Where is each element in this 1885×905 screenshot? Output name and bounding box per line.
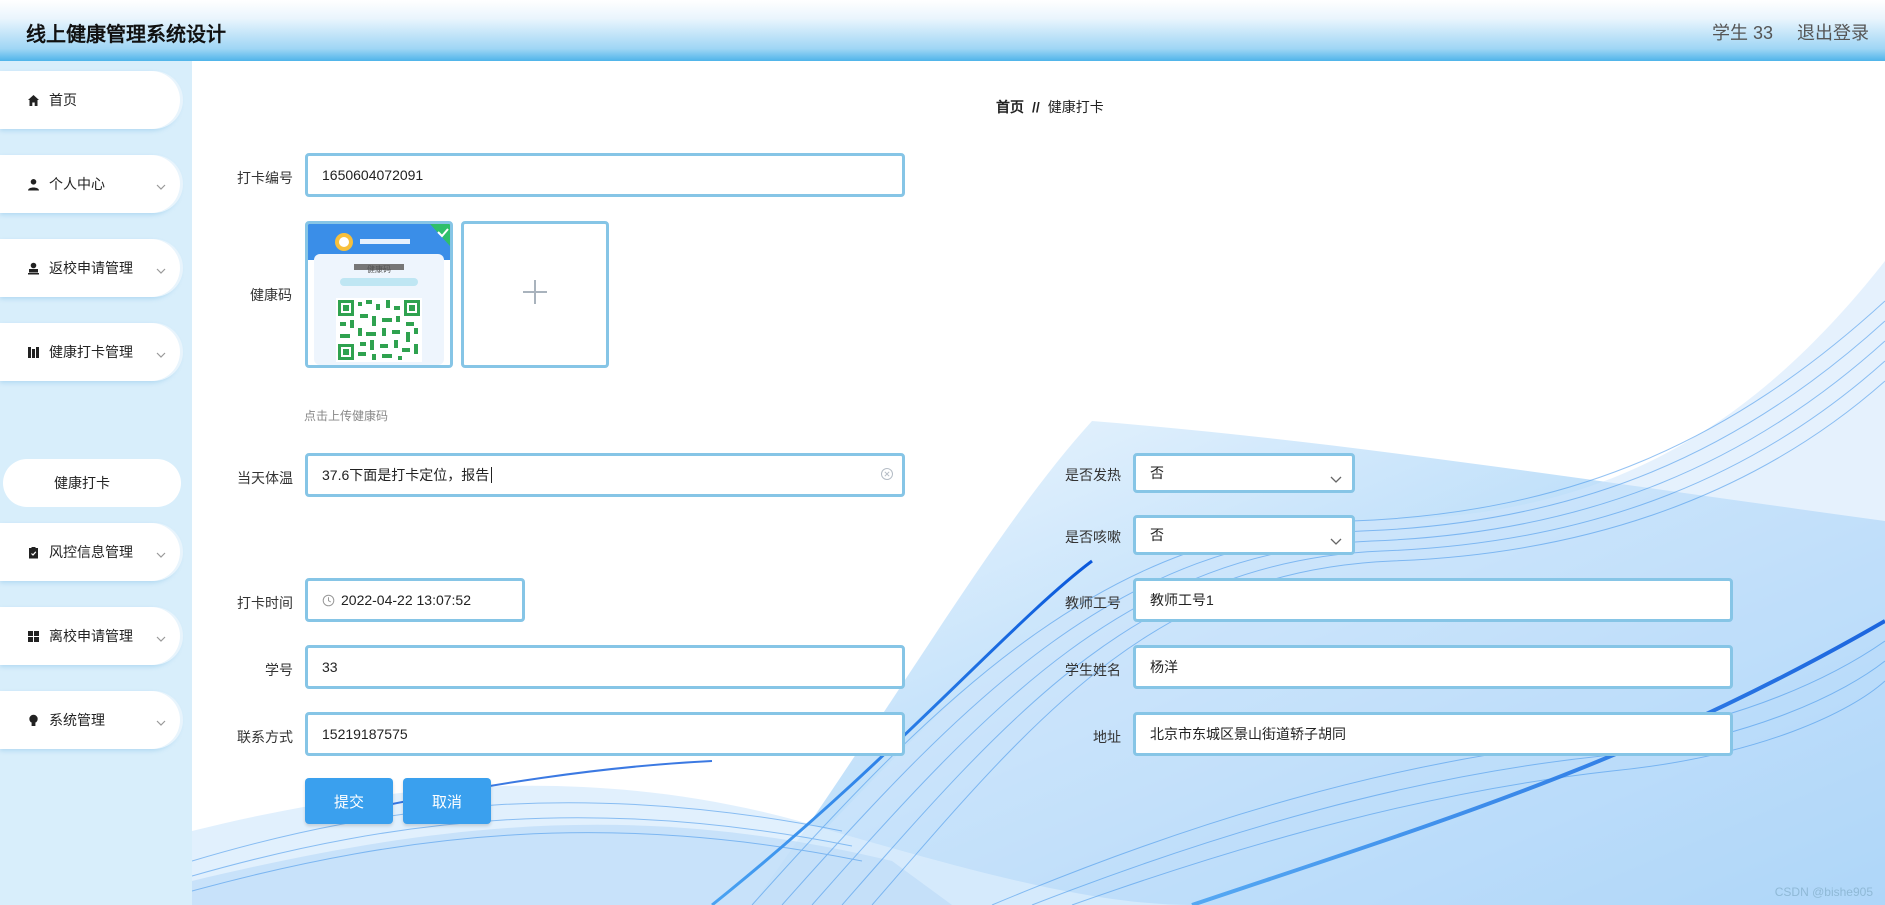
- main-content: 首页 // 健康打卡 打卡编号 1650604072091 健康码 健康码 点击上传…: [192, 61, 1885, 905]
- address-label: 地址: [1093, 729, 1121, 745]
- checkin-time-picker[interactable]: 2022-04-22 13:07:52: [305, 578, 525, 622]
- logout-button[interactable]: 退出登录: [1797, 19, 1869, 45]
- address-input[interactable]: 北京市东城区景山街道轿子胡同: [1133, 712, 1733, 756]
- chevron-down-icon: [156, 345, 166, 361]
- sidebar-item-label: 个人中心: [49, 176, 105, 192]
- books-icon: [25, 344, 41, 360]
- breadcrumb-home[interactable]: 首页: [996, 99, 1024, 115]
- checkin-time-label: 打卡时间: [237, 595, 293, 611]
- sidebar-item-health-checkin[interactable]: 健康打卡管理: [0, 323, 180, 381]
- chevron-down-icon: [156, 629, 166, 645]
- temperature-value: 37.6下面是打卡定位，报告: [322, 467, 490, 483]
- student-name-label: 学生姓名: [1065, 662, 1121, 678]
- clear-icon[interactable]: [880, 467, 894, 484]
- chevron-down-icon: [1330, 532, 1342, 548]
- health-code-card-title: 健康码: [367, 265, 391, 274]
- cough-value: 否: [1150, 527, 1164, 543]
- sidebar-item-return-application[interactable]: 返校申请管理: [0, 239, 180, 297]
- sidebar-item-label: 离校申请管理: [49, 628, 133, 644]
- student-no-label: 学号: [265, 662, 293, 678]
- home-icon: [25, 92, 41, 108]
- cough-label: 是否咳嗽: [1065, 529, 1121, 545]
- health-code-label: 健康码: [250, 287, 292, 303]
- upload-hint: 点击上传健康码: [304, 409, 389, 423]
- chevron-down-icon: [156, 261, 166, 277]
- sidebar-item-profile[interactable]: 个人中心: [0, 155, 180, 213]
- user-icon: [25, 176, 41, 192]
- teacher-no-label: 教师工号: [1065, 595, 1121, 611]
- top-bar: 线上健康管理系统设计 学生 33 退出登录: [0, 0, 1885, 61]
- breadcrumb-current: 健康打卡: [1047, 99, 1104, 115]
- plus-icon: [522, 279, 548, 310]
- chevron-down-icon: [156, 545, 166, 561]
- checkin-no-input[interactable]: 1650604072091: [305, 153, 905, 197]
- watermark: CSDN @bishe905: [1774, 885, 1873, 899]
- health-code-thumbnail[interactable]: 健康码: [305, 221, 453, 368]
- grid-icon: [25, 628, 41, 644]
- checkin-time-value: 2022-04-22 13:07:52: [341, 592, 471, 608]
- breadcrumb: 首页 // 健康打卡: [996, 97, 1104, 117]
- sidebar-item-home[interactable]: 首页: [0, 71, 180, 129]
- person-icon: [25, 260, 41, 276]
- chevron-down-icon: [156, 713, 166, 729]
- chevron-down-icon: [156, 177, 166, 193]
- sidebar: 首页 个人中心 返校申请管理 健康打卡管理 健康打卡 风控信息管理 离校申请管理: [0, 61, 192, 905]
- temperature-label: 当天体温: [237, 470, 293, 486]
- clipboard-icon: [25, 544, 41, 560]
- qr-code: [336, 298, 422, 362]
- contact-input[interactable]: 15219187575: [305, 712, 905, 756]
- sidebar-subitem-health-checkin[interactable]: 健康打卡: [3, 459, 181, 507]
- sidebar-item-label: 风控信息管理: [49, 544, 133, 560]
- contact-label: 联系方式: [237, 729, 293, 745]
- student-no-input[interactable]: 33: [305, 645, 905, 689]
- fever-select[interactable]: 否: [1133, 453, 1355, 493]
- fever-value: 否: [1150, 465, 1164, 481]
- sidebar-item-label: 系统管理: [49, 712, 105, 728]
- sidebar-item-label: 健康打卡管理: [49, 344, 133, 360]
- cough-select[interactable]: 否: [1133, 515, 1355, 555]
- temperature-input[interactable]: 37.6下面是打卡定位，报告: [305, 453, 905, 497]
- current-user: 学生 33: [1711, 23, 1773, 43]
- sidebar-item-system[interactable]: 系统管理: [0, 691, 180, 749]
- breadcrumb-separator: //: [1032, 99, 1040, 115]
- checkin-no-label: 打卡编号: [237, 170, 293, 186]
- cancel-button[interactable]: 取消: [403, 778, 491, 824]
- sidebar-item-risk-control[interactable]: 风控信息管理: [0, 523, 180, 581]
- teacher-no-input[interactable]: 教师工号1: [1133, 578, 1733, 622]
- student-name-input[interactable]: 杨洋: [1133, 645, 1733, 689]
- sidebar-item-label: 首页: [49, 92, 77, 108]
- fever-label: 是否发热: [1065, 467, 1121, 483]
- text-cursor: [491, 467, 493, 483]
- sidebar-item-leave-application[interactable]: 离校申请管理: [0, 607, 180, 665]
- sidebar-item-label: 返校申请管理: [49, 260, 133, 276]
- submit-button[interactable]: 提交: [305, 778, 393, 824]
- upload-add-button[interactable]: [461, 221, 609, 368]
- clock-icon: [322, 594, 335, 607]
- app-title: 线上健康管理系统设计: [26, 24, 226, 46]
- chevron-down-icon: [1330, 470, 1342, 486]
- bulb-icon: [25, 712, 41, 728]
